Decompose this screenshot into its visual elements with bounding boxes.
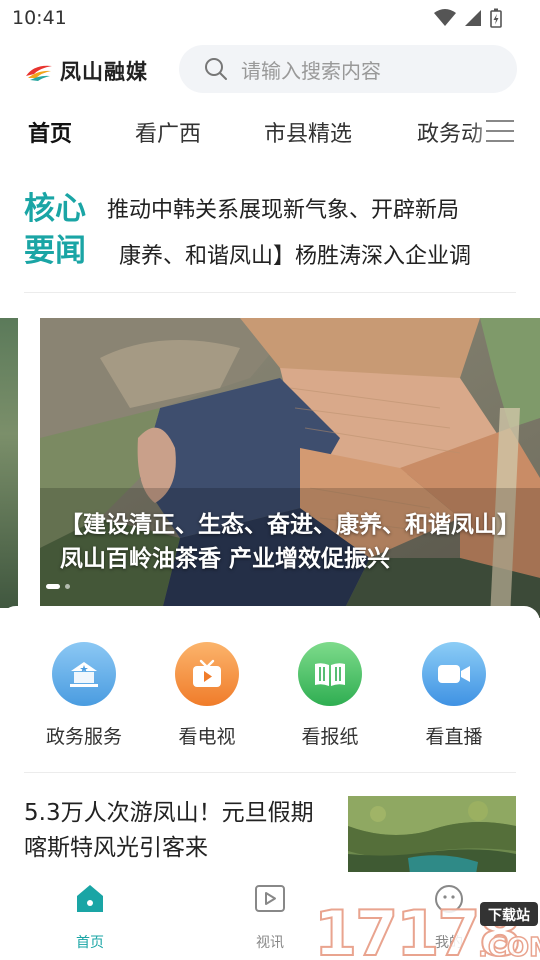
app-name: 凤山融媒	[60, 60, 148, 84]
quick-label: 看直播	[425, 726, 483, 748]
tab-home[interactable]: 首页	[28, 116, 72, 148]
tab-county-picks[interactable]: 市县精选	[264, 116, 352, 148]
newspaper-icon	[298, 642, 362, 706]
status-time: 10:41	[12, 7, 67, 29]
video-play-icon	[255, 885, 285, 912]
app-logo[interactable]: 凤山融媒	[24, 56, 148, 86]
banner-slide[interactable]: 【建设清正、生态、奋进、康养、和谐凤山】凤山百岭油茶香 产业增效促振兴	[40, 318, 540, 618]
search-placeholder: 请输入搜索内容	[241, 58, 381, 83]
phoenix-logo-icon	[26, 65, 52, 81]
quick-gov-service[interactable]: 政务服务	[24, 642, 144, 749]
news-list-item[interactable]: 5.3万人次游凤山！元旦假期喀斯特风光引客来	[0, 796, 540, 878]
live-camera-icon	[422, 642, 486, 706]
status-icons	[434, 8, 502, 28]
article-thumbnail-image	[348, 796, 516, 874]
quick-menu: 政务服务 看电视 看报纸 看直播	[0, 606, 540, 774]
channel-tabs: 首页 看广西 市县精选 政务动	[0, 110, 540, 156]
status-bar: 10:41	[0, 0, 540, 38]
battery-icon	[490, 8, 502, 28]
article-title[interactable]: 5.3万人次游凤山！元旦假期喀斯特风光引客来	[24, 796, 328, 866]
home-icon	[77, 885, 103, 912]
carousel-dot	[46, 584, 60, 589]
tab-guangxi[interactable]: 看广西	[135, 116, 201, 148]
tv-icon	[175, 642, 239, 706]
carousel-dot	[65, 584, 70, 589]
core-news-headline[interactable]: 康养、和谐凤山】杨胜涛深入企业调	[119, 238, 539, 270]
search-input[interactable]: 请输入搜索内容	[179, 45, 517, 93]
divider	[24, 292, 516, 293]
nav-home[interactable]: 首页	[50, 882, 130, 952]
wifi-icon	[434, 9, 456, 26]
quick-label: 政务服务	[45, 726, 122, 748]
banner-carousel[interactable]: 【建设清正、生态、奋进、康养、和谐凤山】凤山百岭油茶香 产业增效促振兴	[0, 318, 540, 618]
nav-label: 视讯	[256, 935, 284, 951]
article-thumbnail[interactable]	[348, 796, 516, 874]
watermark-logo: 17178 下载站 .COM	[313, 896, 540, 960]
core-news-headline[interactable]: 推动中韩关系展现新气象、开辟新局	[107, 192, 527, 224]
core-news-label: 核心要闻	[24, 191, 86, 269]
government-building-icon	[52, 642, 116, 706]
nav-label: 首页	[76, 935, 104, 951]
quick-read-newspaper[interactable]: 看报纸	[270, 642, 390, 749]
carousel-indicator	[46, 584, 70, 589]
site-watermark: 17178 下载站 .COM	[313, 896, 540, 960]
signal-icon	[465, 10, 481, 26]
nav-video[interactable]: 视讯	[230, 882, 310, 952]
svg-text:下载站: 下载站	[488, 907, 530, 924]
search-icon	[205, 58, 227, 80]
channel-menu-icon[interactable]	[486, 120, 514, 144]
quick-label: 看电视	[178, 726, 236, 748]
quick-watch-tv[interactable]: 看电视	[147, 642, 267, 749]
banner-prev-slide	[0, 318, 18, 608]
quick-label: 看报纸	[301, 726, 359, 748]
banner-caption: 【建设清正、生态、奋进、康养、和谐凤山】凤山百岭油茶香 产业增效促振兴	[60, 512, 520, 572]
svg-text:.COM: .COM	[478, 933, 540, 960]
quick-watch-live[interactable]: 看直播	[394, 642, 514, 749]
app-header: 凤山融媒 请输入搜索内容	[0, 44, 540, 94]
divider	[24, 772, 516, 773]
core-news-ticker[interactable]: 核心要闻 推动中韩关系展现新气象、开辟新局 康养、和谐凤山】杨胜涛深入企业调	[0, 186, 540, 294]
